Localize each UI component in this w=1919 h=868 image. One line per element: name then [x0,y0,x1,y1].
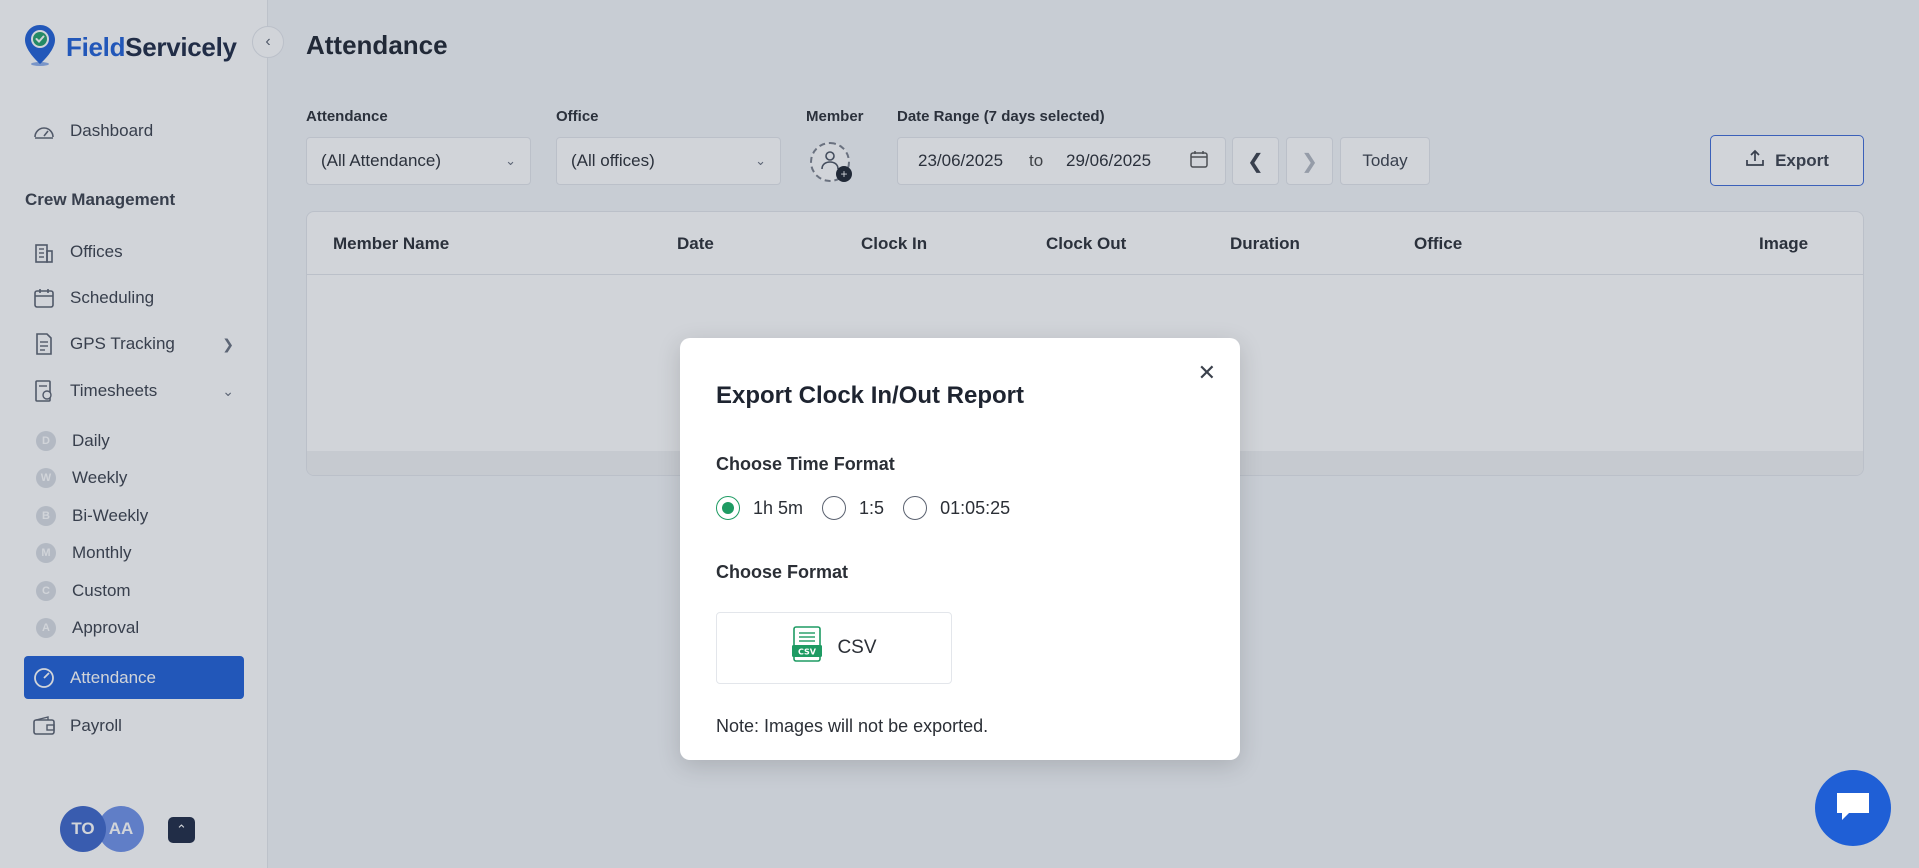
dialog-title: Export Clock In/Out Report [716,382,1025,409]
svg-text:CSV: CSV [798,648,817,657]
time-format-option-1h5m[interactable]: 1h 5m [716,496,803,520]
radio-label: 1h 5m [753,497,804,518]
radio-label: 01:05:25 [940,497,1011,518]
csv-label: CSV [837,637,877,658]
chat-button[interactable] [1815,770,1891,846]
csv-format-option[interactable]: CSV CSV [716,612,952,684]
export-report-dialog: ✕ Export Clock In/Out Report Choose Time… [680,338,1240,760]
csv-file-icon: CSV [791,626,823,670]
radio-label: 1:5 [859,497,885,518]
time-format-option-hms[interactable]: 01:05:25 [903,496,1010,520]
radio-selected[interactable] [716,496,740,520]
chat-bubble-icon [1835,790,1871,827]
radio-unselected[interactable] [822,496,847,520]
time-format-label: Choose Time Format [716,454,895,474]
close-icon[interactable]: ✕ [1198,360,1216,386]
format-label: Choose Format [716,562,849,582]
time-format-options: 1h 5m 1:5 01:05:25 [716,496,1029,520]
radio-unselected[interactable] [903,496,928,520]
time-format-option-colon[interactable]: 1:5 [822,496,884,520]
export-note: Note: Images will not be exported. [716,716,989,736]
